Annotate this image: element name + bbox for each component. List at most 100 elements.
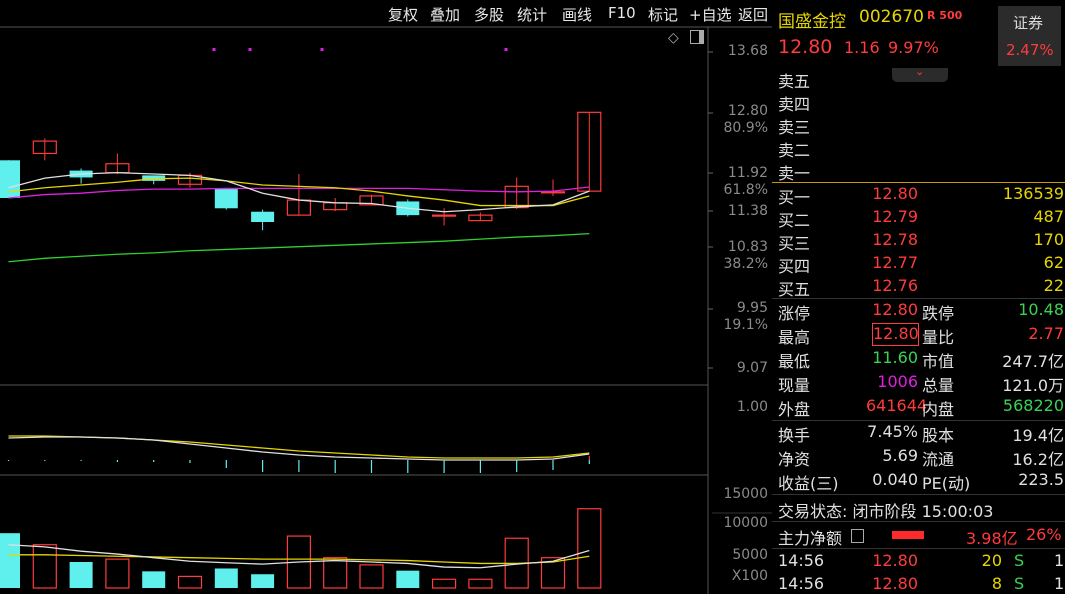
toolbar-button-7[interactable]: +自选 xyxy=(689,4,732,25)
price-axis-label: 80.9% xyxy=(723,120,768,136)
fin-label: 股本 xyxy=(922,426,955,445)
price-axis-label: 38.2% xyxy=(723,256,768,272)
volume-bar-down xyxy=(214,568,238,588)
price-axis-label: 13.68 xyxy=(727,43,768,59)
ma-line-green xyxy=(8,232,590,263)
orderbook-divider xyxy=(772,182,1065,183)
buy-level-label: 买二 xyxy=(778,211,811,230)
tick-price: 12.80 xyxy=(872,574,918,593)
rating-badge: R 500 xyxy=(927,9,963,22)
expand-button[interactable]: ⌄ xyxy=(892,65,948,82)
price-axis-label: 11.92 xyxy=(727,165,768,181)
price-axis-label: 11.38 xyxy=(727,203,768,219)
price-change: 1.16 xyxy=(844,38,880,57)
buy-level-price: 12.80 xyxy=(872,184,918,203)
sector-label: 证券 xyxy=(1013,14,1044,32)
stat-label: 最低 xyxy=(778,352,811,371)
diamond-icon[interactable]: ◇ xyxy=(668,30,679,46)
buy-level-volume: 22 xyxy=(1043,276,1064,295)
toolbar-button-8[interactable]: 返回 xyxy=(738,4,768,25)
divider xyxy=(772,548,1065,549)
sell-level-label: 卖四 xyxy=(778,95,811,114)
volume-bar-up xyxy=(105,558,130,589)
volume-bar-up xyxy=(432,578,457,589)
stat-label: 现量 xyxy=(778,376,811,395)
fin-value: 16.2亿 xyxy=(1012,450,1064,469)
buy-level-label: 买三 xyxy=(778,234,811,253)
fin-value: 19.4亿 xyxy=(1012,426,1064,445)
macd-axis-label: 1.00 xyxy=(736,399,768,415)
volume-bar-down xyxy=(251,574,275,588)
stat-value: 1006 xyxy=(877,372,918,391)
event-marker xyxy=(320,48,324,51)
toolbar-button-1[interactable]: 叠加 xyxy=(430,4,460,25)
toolbar-button-3[interactable]: 统计 xyxy=(517,4,547,25)
stat-label: 内盘 xyxy=(922,400,955,419)
buy-level-label: 买四 xyxy=(778,257,811,276)
sell-level-label: 卖一 xyxy=(778,164,811,183)
main-flow-bar xyxy=(892,531,924,539)
fin-label: 净资 xyxy=(778,450,811,469)
buy-level-volume: 62 xyxy=(1043,253,1064,272)
buy-level-price: 12.76 xyxy=(872,276,918,295)
fin-value: 7.45% xyxy=(867,422,918,441)
toolbar-button-5[interactable]: F10 xyxy=(608,4,636,22)
volume-bar-up xyxy=(177,575,203,589)
buy-level-volume: 136539 xyxy=(1002,184,1064,203)
volume-axis-label: 5000 xyxy=(732,547,768,563)
stock-name: 国盛金控 xyxy=(778,12,846,32)
tick-volume: 20 xyxy=(981,551,1002,570)
volume-bar-up xyxy=(359,564,384,589)
candle-body-down xyxy=(0,160,20,199)
window-toggle-icon[interactable] xyxy=(690,30,704,44)
tick-side: S xyxy=(1014,551,1025,570)
tick-volume: 8 xyxy=(991,574,1002,593)
stat-value: 10.48 xyxy=(1018,300,1064,319)
tick-price: 12.80 xyxy=(872,551,918,570)
sector-pct: 2.47% xyxy=(1006,41,1054,59)
event-marker xyxy=(504,48,508,51)
price-axis-label: 61.8% xyxy=(723,182,768,198)
buy-level-volume: 487 xyxy=(1033,207,1064,226)
quote-panel: 国盛金控 002670 R 500 12.80 1.16 9.97% 证券 2.… xyxy=(772,0,1065,594)
stat-value: 121.0万 xyxy=(1002,376,1064,395)
toolbar-button-6[interactable]: 标记 xyxy=(648,4,678,25)
tick-count: 1 xyxy=(1054,574,1065,593)
list-icon[interactable] xyxy=(851,529,864,543)
sell-level-label: 卖三 xyxy=(778,118,811,137)
stat-label: 跌停 xyxy=(922,304,955,323)
stat-value: 641644 xyxy=(866,396,928,415)
divider xyxy=(772,298,1065,299)
fin-label: 收益(三) xyxy=(778,474,839,493)
kline-chart[interactable] xyxy=(0,0,772,594)
stat-value: 11.60 xyxy=(872,348,918,367)
candle-body-down xyxy=(214,189,238,209)
chart-toolbar: 复权 叠加 多股 统计 画线 F10 标记 +自选 返回 xyxy=(0,0,772,27)
chevron-down-icon: ⌄ xyxy=(915,65,925,78)
event-marker xyxy=(248,48,252,51)
price-change-pct: 9.97% xyxy=(888,38,939,57)
tick-time: 14:56 xyxy=(778,551,825,570)
price-axis-label: 9.95 xyxy=(736,300,768,316)
divider xyxy=(772,420,1065,421)
macd-line-white xyxy=(8,436,590,461)
candle-body-up xyxy=(432,214,457,217)
toolbar-button-2[interactable]: 多股 xyxy=(474,4,504,25)
sector-box[interactable]: 证券 2.47% xyxy=(998,6,1061,66)
tick-side: S xyxy=(1014,574,1025,593)
volume-axis-label: 15000 xyxy=(723,486,768,502)
stat-value: 2.77 xyxy=(1028,324,1064,343)
main-flow-value: 3.98亿 xyxy=(966,529,1018,548)
toolbar-button-4[interactable]: 画线 xyxy=(562,4,592,25)
tick-count: 1 xyxy=(1054,551,1065,570)
candle-body-up xyxy=(540,191,566,194)
price-axis-label: 10.83 xyxy=(727,239,768,255)
volume-bar-down xyxy=(142,571,166,588)
volume-axis-label: 10000 xyxy=(723,515,768,531)
stat-label: 涨停 xyxy=(778,304,811,323)
fin-label: 换手 xyxy=(778,426,811,445)
toolbar-button-0[interactable]: 复权 xyxy=(388,4,418,25)
candle-body-down xyxy=(251,211,275,222)
stat-value: 12.80 xyxy=(872,323,919,346)
main-flow-pct: 26% xyxy=(1026,525,1062,544)
